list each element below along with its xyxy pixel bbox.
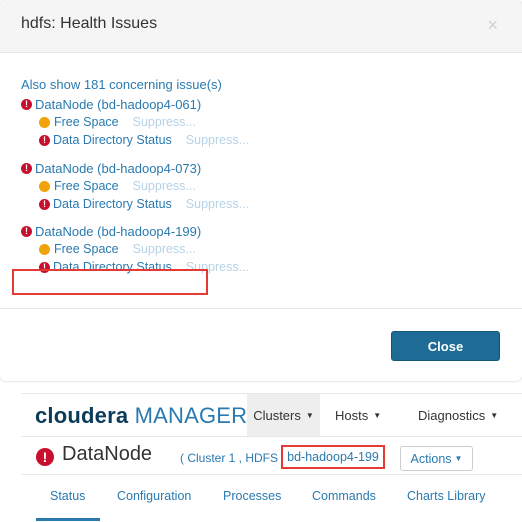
cloudera-manager-header: cloudera MANAGER Clusters ▼ Hosts ▼ Diag…: [21, 393, 522, 521]
suppress-link[interactable]: Suppress...: [133, 115, 196, 129]
free-space-row: Free Space Suppress...: [39, 177, 501, 195]
data-directory-row: ! Data Directory Status Suppress...: [39, 195, 501, 213]
close-button[interactable]: Close: [391, 331, 500, 361]
warning-icon: [39, 243, 50, 255]
tab-charts-library[interactable]: Charts Library: [407, 489, 486, 503]
warning-icon: [39, 180, 50, 192]
issue-group: ! DataNode (bd-hadoop4-061) Free Space S…: [21, 95, 501, 149]
datanode-link[interactable]: ! DataNode (bd-hadoop4-073): [21, 159, 501, 177]
free-space-link[interactable]: Free Space: [54, 179, 119, 193]
suppress-link[interactable]: Suppress...: [186, 133, 249, 147]
tab-status[interactable]: Status: [50, 489, 85, 503]
caret-down-icon: ▼: [305, 410, 314, 420]
nav-clusters[interactable]: Clusters ▼: [247, 394, 320, 436]
error-icon: !: [21, 225, 32, 237]
suppress-link[interactable]: Suppress...: [133, 242, 196, 256]
suppress-link[interactable]: Suppress...: [186, 197, 249, 211]
error-icon: !: [39, 134, 50, 146]
datanode-link[interactable]: ! DataNode (bd-hadoop4-199): [21, 222, 501, 240]
data-directory-row: ! Data Directory Status Suppress...: [39, 131, 501, 149]
caret-down-icon: ▼: [373, 410, 382, 420]
nav-clusters-label: Clusters: [253, 407, 301, 423]
nav-diagnostics[interactable]: Diagnostics ▼: [418, 394, 498, 436]
cloudera-manager-logo[interactable]: cloudera MANAGER: [35, 403, 247, 429]
error-icon: !: [21, 162, 32, 174]
caret-down-icon: ▼: [454, 454, 463, 463]
datanode-label: DataNode (bd-hadoop4-061): [35, 96, 202, 112]
entity-header: ! DataNode ( Cluster 1 , HDFS bd-hadoop4…: [21, 436, 522, 475]
error-icon: !: [21, 98, 32, 110]
modal-body: Also show 181 concerning issue(s) ! Data…: [0, 52, 522, 308]
free-space-row: Free Space Suppress...: [39, 240, 501, 258]
free-space-link[interactable]: Free Space: [54, 115, 119, 129]
issue-group: ! DataNode (bd-hadoop4-199) Free Space S…: [21, 222, 501, 276]
nav-diagnostics-label: Diagnostics: [418, 407, 486, 423]
breadcrumb-context[interactable]: ( Cluster 1 , HDFS: [180, 451, 278, 465]
tab-configuration[interactable]: Configuration: [117, 489, 191, 503]
suppress-link[interactable]: Suppress...: [133, 179, 196, 193]
data-directory-link[interactable]: Data Directory Status: [53, 197, 172, 211]
actions-button[interactable]: Actions ▼: [400, 446, 473, 471]
nav-hosts-label: Hosts: [335, 407, 369, 423]
datanode-label: DataNode (bd-hadoop4-199): [35, 223, 202, 239]
tab-bar: Status Configuration Processes Commands …: [21, 474, 522, 522]
logo-text-cloudera: cloudera: [35, 403, 129, 428]
datanode-link[interactable]: ! DataNode (bd-hadoop4-061): [21, 95, 501, 113]
host-link[interactable]: bd-hadoop4-199: [281, 445, 385, 469]
close-icon[interactable]: ×: [487, 16, 498, 34]
health-issues-modal: hdfs: Health Issues × Also show 181 conc…: [0, 0, 522, 381]
tab-processes[interactable]: Processes: [223, 489, 281, 503]
modal-header: hdfs: Health Issues ×: [0, 0, 522, 53]
datanode-label: DataNode (bd-hadoop4-073): [35, 160, 202, 176]
warning-icon: [39, 116, 50, 128]
page-title: DataNode: [62, 443, 153, 465]
error-icon: !: [36, 448, 54, 466]
logo-text-manager: MANAGER: [134, 403, 248, 428]
nav-hosts[interactable]: Hosts ▼: [335, 394, 381, 436]
error-icon: !: [39, 198, 50, 210]
highlight-box: [12, 269, 208, 295]
actions-label: Actions: [410, 451, 452, 466]
free-space-link[interactable]: Free Space: [54, 242, 119, 256]
modal-title: hdfs: Health Issues: [21, 15, 158, 32]
tab-commands[interactable]: Commands: [312, 489, 376, 503]
data-directory-link[interactable]: Data Directory Status: [53, 133, 172, 147]
caret-down-icon: ▼: [490, 410, 499, 420]
free-space-row: Free Space Suppress...: [39, 113, 501, 131]
issue-group: ! DataNode (bd-hadoop4-073) Free Space S…: [21, 159, 501, 213]
modal-footer: Close: [0, 308, 522, 382]
also-show-link[interactable]: Also show 181 concerning issue(s): [21, 77, 222, 92]
